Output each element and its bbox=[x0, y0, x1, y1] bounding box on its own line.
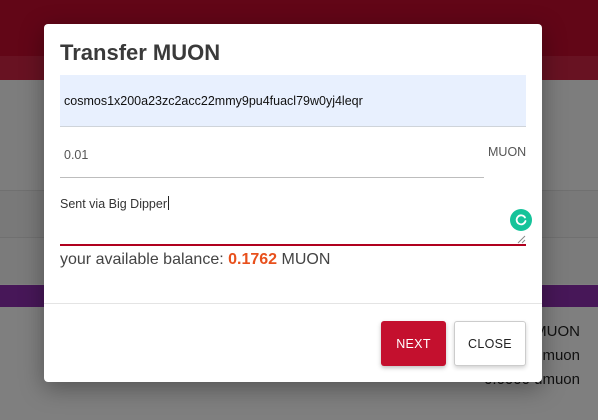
amount-field[interactable]: 0.01 bbox=[60, 132, 484, 178]
available-balance: your available balance: 0.1762 MUON bbox=[60, 251, 330, 269]
dialog-title: Transfer MUON bbox=[60, 40, 221, 65]
next-button[interactable]: NEXT bbox=[381, 321, 446, 366]
memo-value: Sent via Big Dipper bbox=[60, 197, 168, 211]
balance-prefix: your available balance: bbox=[60, 251, 224, 268]
dialog-divider bbox=[44, 303, 542, 304]
memo-content: Sent via Big Dipper bbox=[60, 196, 170, 211]
resize-grip-icon[interactable] bbox=[517, 235, 526, 244]
recipient-address-field[interactable]: cosmos1x200a23zc2acc22mmy9pu4fuacl79w0yj… bbox=[60, 75, 526, 127]
recipient-address-value: cosmos1x200a23zc2acc22mmy9pu4fuacl79w0yj… bbox=[64, 93, 363, 108]
amount-value: 0.01 bbox=[64, 147, 89, 162]
text-caret bbox=[168, 196, 170, 210]
grammarly-icon[interactable] bbox=[510, 209, 532, 231]
amount-unit-label: MUON bbox=[488, 145, 527, 159]
memo-textarea[interactable]: Sent via Big Dipper bbox=[60, 192, 532, 246]
transfer-dialog: Transfer MUON cosmos1x200a23zc2acc22mmy9… bbox=[44, 24, 542, 382]
balance-value: 0.1762 bbox=[228, 251, 278, 268]
close-button[interactable]: CLOSE bbox=[454, 321, 526, 366]
balance-unit: MUON bbox=[281, 251, 331, 268]
